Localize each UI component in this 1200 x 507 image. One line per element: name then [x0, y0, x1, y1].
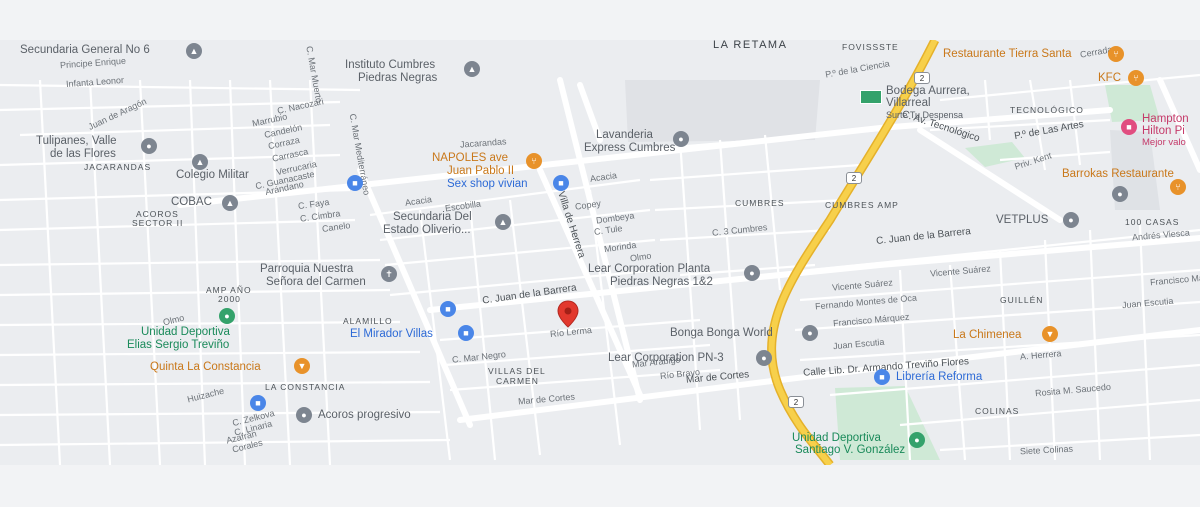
location-pin-icon[interactable]: ● [296, 407, 312, 423]
poi-hampton-1[interactable]: Hampton [1142, 113, 1189, 126]
location-pin-icon[interactable]: ● [673, 131, 689, 147]
restaurant-icon[interactable]: ⑂ [526, 153, 542, 169]
hood-cien-casas: 100 CASAS [1125, 217, 1180, 227]
restaurant-icon[interactable]: ⑂ [1128, 70, 1144, 86]
poi-unidad-santiago-1[interactable]: Unidad Deportiva [792, 432, 881, 445]
poi-libreria[interactable]: Librería Reforma [896, 371, 982, 384]
poi-lear-planta-1[interactable]: Lear Corporation Planta [588, 263, 710, 276]
restaurant-icon[interactable]: ⑂ [1170, 179, 1186, 195]
lot-retama [625, 80, 820, 142]
poi-bonga[interactable]: Bonga Bonga World [670, 327, 773, 340]
sports-icon[interactable]: ● [219, 308, 235, 324]
poi-bodega-2[interactable]: Villarreal [886, 97, 931, 110]
poi-vetplus[interactable]: VETPLUS [996, 214, 1048, 227]
poi-hampton-2[interactable]: Hilton Pi [1142, 125, 1185, 138]
poi-sex-shop[interactable]: Sex shop vivian [447, 178, 528, 191]
shopping-icon[interactable]: ■ [458, 325, 474, 341]
location-pin-icon[interactable]: ● [756, 350, 772, 366]
poi-napoles-1[interactable]: NAPOLES ave [432, 152, 508, 165]
location-pin-icon[interactable]: ● [1112, 186, 1128, 202]
location-pin-icon[interactable]: ● [744, 265, 760, 281]
poi-lear-planta-2[interactable]: Piedras Negras 1&2 [610, 276, 713, 289]
bar-icon[interactable]: ▼ [294, 358, 310, 374]
shopping-icon[interactable]: ■ [347, 175, 363, 191]
poi-cobac[interactable]: COBAC [171, 196, 212, 209]
hood-villas-1: VILLAS DEL [488, 366, 546, 376]
poi-chimenea[interactable]: La Chimenea [953, 329, 1021, 342]
shopping-icon[interactable]: ■ [553, 175, 569, 191]
map-marker-icon [557, 300, 579, 328]
hood-alamillo: ALAMILLO [343, 316, 393, 326]
poi-tulipanes-2[interactable]: de las Flores [50, 148, 116, 161]
poi-barrokas[interactable]: Barrokas Restaurante [1062, 168, 1174, 181]
school-icon[interactable]: ▲ [192, 154, 208, 170]
highway-shield: 2 [788, 396, 804, 408]
poi-secundaria-estado-2[interactable]: Estado Oliverio... [383, 224, 471, 237]
hood-tecnologico: TECNOLÓGICO [1010, 105, 1084, 115]
bar-icon[interactable]: ▼ [1042, 326, 1058, 342]
poi-secundaria-estado-1[interactable]: Secundaria Del [393, 211, 472, 224]
poi-kfc[interactable]: KFC [1098, 72, 1121, 85]
poi-unidad-elias-2[interactable]: Elias Sergio Treviño [127, 339, 229, 352]
shopping-icon[interactable]: ■ [440, 301, 456, 317]
poi-quinta[interactable]: Quinta La Constancia [150, 361, 261, 374]
shopping-icon[interactable]: ■ [874, 369, 890, 385]
hood-colinas: COLINAS [975, 406, 1020, 416]
hood-cumbres-amp: CUMBRES AMP [825, 200, 899, 210]
poi-parroquia-2[interactable]: Señora del Carmen [266, 276, 366, 289]
school-icon[interactable]: ▲ [186, 43, 202, 59]
poi-bodega-3[interactable]: Surte Tu Despensa [886, 111, 963, 120]
hood-la-constancia: LA CONSTANCIA [265, 382, 346, 392]
hood-la-retama: LA RETAMA [713, 40, 788, 51]
hood-amp-ano-2: 2000 [218, 294, 241, 304]
poi-instituto-cumbres-2[interactable]: Piedras Negras [358, 72, 437, 85]
poi-bodega-1[interactable]: Bodega Aurrera, [886, 85, 970, 98]
poi-lear-pn3[interactable]: Lear Corporation PN-3 [608, 352, 724, 365]
school-icon[interactable]: ▲ [464, 61, 480, 77]
poi-acoros[interactable]: Acoros progresivo [318, 409, 411, 422]
poi-hampton-3[interactable]: Mejor valo [1142, 138, 1186, 148]
poi-unidad-santiago-2[interactable]: Santiago V. González [795, 444, 905, 457]
hood-cumbres: CUMBRES [735, 198, 785, 208]
shopping-icon[interactable]: ■ [250, 395, 266, 411]
school-icon[interactable]: ▲ [495, 214, 511, 230]
poi-unidad-elias-1[interactable]: Unidad Deportiva [141, 326, 230, 339]
road-network [0, 40, 1200, 465]
hood-acoros-2: SECTOR II [132, 218, 184, 228]
poi-tulipanes-1[interactable]: Tulipanes, Valle [36, 135, 117, 148]
location-pin-icon[interactable]: ● [1063, 212, 1079, 228]
church-icon[interactable]: ✝ [381, 266, 397, 282]
hood-jacarandas: JACARANDAS [84, 162, 152, 172]
poi-instituto-cumbres-1[interactable]: Instituto Cumbres [345, 59, 435, 72]
sports-icon[interactable]: ● [909, 432, 925, 448]
location-pin-icon[interactable]: ● [141, 138, 157, 154]
footer-strip [0, 465, 1200, 507]
selected-location-marker[interactable] [557, 300, 579, 328]
poi-colegio-militar[interactable]: Colegio Militar [176, 169, 249, 182]
store-icon[interactable] [860, 90, 882, 104]
hood-fovissste: FOVISSSTE [842, 42, 899, 52]
location-pin-icon[interactable]: ● [802, 325, 818, 341]
highway-shield: 2 [914, 72, 930, 84]
poi-lavanderia-1[interactable]: Lavanderia [596, 129, 653, 142]
hood-guillen: GUILLÉN [1000, 295, 1044, 305]
school-icon[interactable]: ▲ [222, 195, 238, 211]
hood-villas-2: CARMEN [496, 376, 539, 386]
hotel-icon[interactable]: ■ [1121, 119, 1137, 135]
poi-secundaria-6[interactable]: Secundaria General No 6 [20, 44, 150, 57]
map-view[interactable]: LA RETAMA FOVISSSTE TECNOLÓGICO JACARAND… [0, 40, 1200, 465]
highway-shield: 2 [846, 172, 862, 184]
poi-lavanderia-2[interactable]: Express Cumbres [584, 142, 675, 155]
restaurant-icon[interactable]: ⑂ [1108, 46, 1124, 62]
poi-mirador[interactable]: El Mirador Villas [350, 328, 433, 341]
poi-parroquia-1[interactable]: Parroquia Nuestra [260, 263, 353, 276]
poi-napoles-2[interactable]: Juan Pablo II [447, 165, 514, 178]
poi-tierra-santa[interactable]: Restaurante Tierra Santa [943, 48, 1072, 61]
